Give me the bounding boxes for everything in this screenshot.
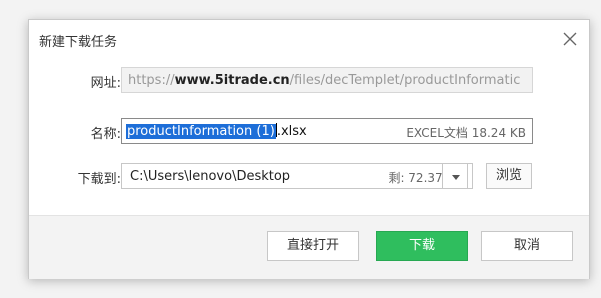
filename-value: productInformation (1) .xlsx: [126, 123, 307, 139]
browse-button[interactable]: 浏览: [486, 163, 532, 189]
dialog-footer: 直接打开 下载 取消: [29, 215, 589, 279]
close-icon: [563, 32, 577, 46]
url-label: 网址:: [90, 76, 121, 91]
download-path: C:\Users\lenovo\Desktop: [130, 169, 291, 184]
url-text: https://www.5itrade.cn/files/decTemplet/…: [128, 73, 520, 88]
url-field[interactable]: https://www.5itrade.cn/files/decTemplet/…: [121, 67, 533, 93]
file-type-size: EXCEL文档 18.24 KB: [406, 126, 526, 140]
cancel-button[interactable]: 取消: [481, 231, 573, 261]
download-button[interactable]: 下载: [376, 231, 468, 261]
url-path: /files/decTemplet/productInformatic: [289, 73, 521, 88]
url-host: www.5itrade.cn: [174, 73, 290, 88]
open-directly-button[interactable]: 直接打开: [267, 231, 359, 261]
name-label: 名称:: [90, 127, 121, 142]
dialog-titlebar: 新建下载任务: [29, 20, 589, 58]
dialog-title: 新建下载任务: [39, 35, 118, 50]
download-to-label: 下载到:: [77, 172, 121, 187]
download-path-field[interactable]: C:\Users\lenovo\Desktop 剩: 72.37 GB: [121, 163, 473, 189]
filename-input[interactable]: productInformation (1) .xlsx EXCEL文档 18.2…: [121, 118, 533, 144]
close-button[interactable]: [559, 28, 581, 50]
chevron-down-icon: [452, 175, 460, 180]
filename-extension: .xlsx: [276, 124, 307, 139]
url-prefix: https://: [128, 73, 175, 88]
new-download-dialog: 新建下载任务 网址: https://www.5itrade.cn/files/…: [28, 19, 590, 279]
filename-selected-text: productInformation (1): [126, 124, 276, 139]
path-dropdown-button[interactable]: [442, 163, 468, 189]
